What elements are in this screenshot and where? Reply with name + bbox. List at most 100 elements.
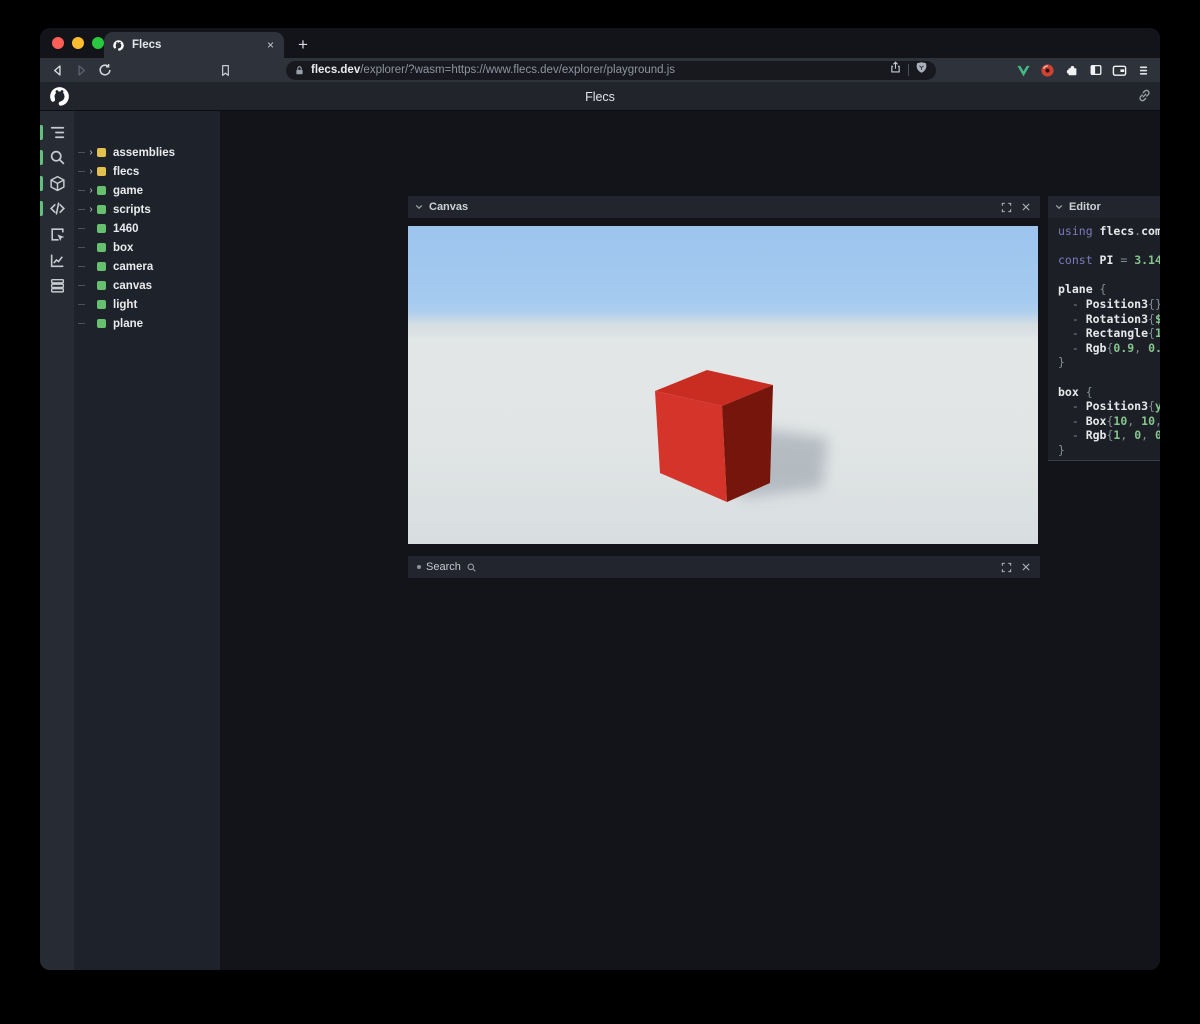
app-header: Flecs bbox=[40, 82, 1160, 111]
url-text: flecs.dev/explorer/?wasm=https://www.fle… bbox=[311, 64, 889, 76]
menu-icon[interactable] bbox=[1135, 62, 1152, 79]
code-line: const PI = 3.1415926 bbox=[1058, 253, 1160, 268]
wallet-icon[interactable] bbox=[1111, 62, 1128, 79]
fullscreen-icon[interactable] bbox=[998, 199, 1014, 215]
cube-icon bbox=[49, 175, 66, 192]
browser-window: Flecs × + flecs.dev/explorer/?wasm=https… bbox=[40, 28, 1160, 970]
sidebar-toggle-icon[interactable] bbox=[1087, 62, 1104, 79]
minimize-window-button[interactable] bbox=[72, 37, 84, 49]
extensions-puzzle-icon[interactable] bbox=[1063, 62, 1080, 79]
expand-chevron-icon[interactable]: › bbox=[86, 167, 96, 177]
code-line: - Rectangle{10000, 10000} bbox=[1058, 326, 1160, 341]
expand-chevron-icon[interactable]: › bbox=[86, 205, 96, 215]
browser-tab[interactable]: Flecs × bbox=[104, 32, 284, 58]
tree-item-game[interactable]: › game bbox=[74, 181, 220, 200]
code-line: } bbox=[1058, 355, 1160, 370]
new-tab-button[interactable]: + bbox=[290, 32, 316, 58]
tree-item-camera[interactable]: ›camera bbox=[74, 257, 220, 276]
tree-connector bbox=[78, 228, 85, 229]
tree-item-scripts[interactable]: › scripts bbox=[74, 200, 220, 219]
tree-connector bbox=[78, 323, 85, 324]
reload-icon[interactable] bbox=[96, 61, 114, 79]
tree-connector bbox=[78, 304, 85, 305]
sidebar-search-icon[interactable] bbox=[40, 147, 74, 169]
url-bar[interactable]: flecs.dev/explorer/?wasm=https://www.fle… bbox=[286, 61, 936, 80]
entity-color-square bbox=[97, 224, 106, 233]
tree-item-canvas[interactable]: ›canvas bbox=[74, 276, 220, 295]
tree-item-1460[interactable]: ›1460 bbox=[74, 219, 220, 238]
lock-icon bbox=[294, 65, 305, 76]
close-icon[interactable] bbox=[1018, 559, 1034, 575]
entity-label: scripts bbox=[113, 204, 151, 216]
collapsed-dot-icon[interactable] bbox=[417, 565, 421, 569]
entity-color-square bbox=[97, 262, 106, 271]
close-window-button[interactable] bbox=[52, 37, 64, 49]
fullscreen-icon[interactable] bbox=[998, 559, 1014, 575]
tree-connector bbox=[78, 266, 85, 267]
sidebar-rows-icon[interactable] bbox=[40, 275, 74, 297]
sidebar-cube-icon[interactable] bbox=[40, 172, 74, 194]
search-icon bbox=[466, 562, 477, 573]
link-icon[interactable] bbox=[1137, 88, 1152, 103]
code-line: - Rgb{1, 0, 0} bbox=[1058, 428, 1160, 443]
back-icon[interactable] bbox=[48, 61, 66, 79]
zoom-window-button[interactable] bbox=[92, 37, 104, 49]
entity-label: assemblies bbox=[113, 147, 175, 159]
code-line: - Rotation3{$PI/2} bbox=[1058, 312, 1160, 327]
entity-color-square bbox=[97, 205, 106, 214]
tree-item-box[interactable]: ›box bbox=[74, 238, 220, 257]
editor-panel-header: Editor bbox=[1048, 196, 1160, 218]
code-icon bbox=[49, 200, 66, 217]
expand-chevron-icon[interactable]: › bbox=[86, 148, 96, 158]
chevron-down-icon[interactable] bbox=[414, 202, 424, 212]
main-area: Canvas Search bbox=[220, 111, 1160, 970]
extensions-row bbox=[1015, 61, 1152, 79]
entity-label: plane bbox=[113, 318, 143, 330]
red-cube-scene bbox=[408, 226, 1038, 544]
entity-label: canvas bbox=[113, 280, 152, 292]
code-line: plane { bbox=[1058, 282, 1160, 297]
close-icon[interactable] bbox=[1018, 199, 1034, 215]
entity-label: light bbox=[113, 299, 137, 311]
share-icon[interactable] bbox=[889, 61, 902, 79]
tree-item-assemblies[interactable]: › assemblies bbox=[74, 143, 220, 162]
vue-devtools-icon[interactable] bbox=[1015, 62, 1032, 79]
entity-label: box bbox=[113, 242, 133, 254]
chevron-down-icon[interactable] bbox=[1054, 202, 1064, 212]
bookmark-icon[interactable] bbox=[216, 61, 234, 79]
expand-chevron-icon[interactable]: › bbox=[86, 186, 96, 196]
canvas-3d-viewport[interactable] bbox=[408, 226, 1038, 544]
tab-strip: Flecs × + bbox=[40, 28, 1160, 58]
page-title: Flecs bbox=[40, 82, 1160, 111]
inspect-icon bbox=[49, 226, 66, 243]
brave-shield-icon[interactable] bbox=[915, 61, 928, 79]
forward-icon[interactable] bbox=[72, 61, 90, 79]
sidebar-inspect-icon[interactable] bbox=[40, 223, 74, 245]
url-domain: flecs.dev bbox=[311, 64, 360, 76]
navigation-bar: flecs.dev/explorer/?wasm=https://www.fle… bbox=[40, 58, 1160, 82]
tree-icon bbox=[49, 124, 66, 141]
red-extension-icon[interactable] bbox=[1039, 62, 1056, 79]
url-path: /explorer/?wasm=https://www.flecs.dev/ex… bbox=[360, 64, 675, 76]
tool-sidebar bbox=[40, 111, 74, 970]
entity-color-square bbox=[97, 167, 106, 176]
tab-close-icon[interactable]: × bbox=[265, 38, 276, 52]
sidebar-code-icon[interactable] bbox=[40, 198, 74, 220]
entity-color-square bbox=[97, 281, 106, 290]
editor-panel-title: Editor bbox=[1069, 201, 1101, 213]
sidebar-chart-icon[interactable] bbox=[40, 249, 74, 271]
tree-connector bbox=[78, 171, 85, 172]
tree-item-flecs[interactable]: ›flecs bbox=[74, 162, 220, 181]
entity-tree-panel: ›assemblies›flecs›game›scripts›1460›box›… bbox=[74, 111, 220, 970]
cube-front-face bbox=[655, 391, 727, 502]
tree-item-light[interactable]: ›light bbox=[74, 295, 220, 314]
code-editor[interactable]: using flecs.components.*const PI = 3.141… bbox=[1048, 218, 1160, 461]
entity-color-square bbox=[97, 148, 106, 157]
chart-icon bbox=[49, 252, 66, 269]
code-line: - Position3{y: 5} bbox=[1058, 399, 1160, 414]
sidebar-tree-icon[interactable] bbox=[40, 121, 74, 143]
tree-item-plane[interactable]: ›plane bbox=[74, 314, 220, 333]
search-panel-header: Search bbox=[408, 556, 1040, 578]
tree-connector bbox=[78, 152, 85, 153]
entity-label: game bbox=[113, 185, 143, 197]
